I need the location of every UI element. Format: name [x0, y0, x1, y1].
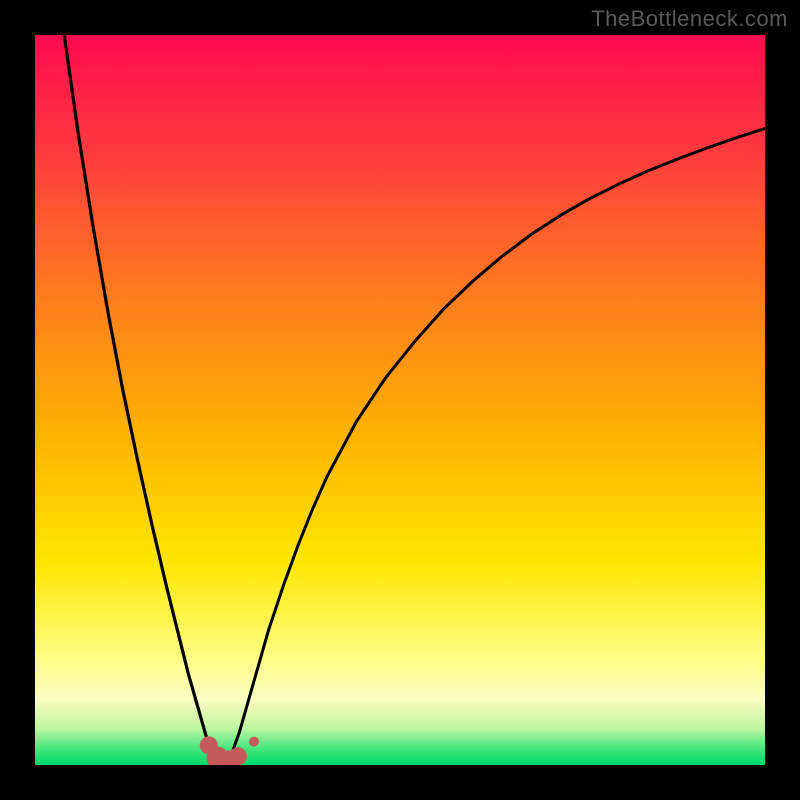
watermark-text: TheBottleneck.com: [591, 6, 788, 32]
bottleneck-marker: [229, 747, 247, 765]
chart-plot-area: [35, 35, 765, 765]
chart-svg: [35, 35, 765, 765]
bottleneck-marker: [249, 737, 259, 747]
chart-background: [35, 35, 765, 765]
